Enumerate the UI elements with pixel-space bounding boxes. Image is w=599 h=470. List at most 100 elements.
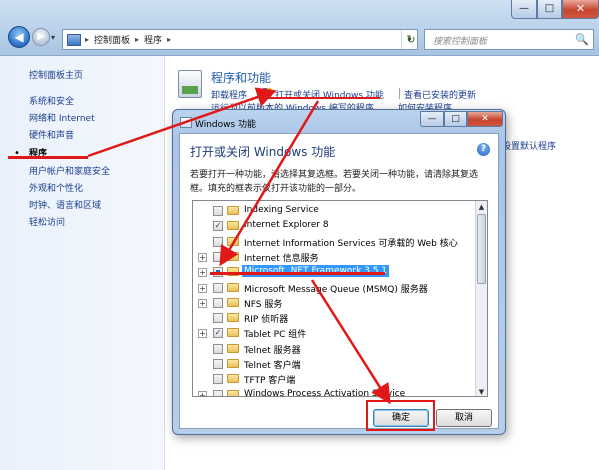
folder-icon [227, 236, 239, 246]
scroll-down-icon[interactable]: ▼ [476, 386, 487, 396]
feature-checkbox[interactable] [213, 313, 223, 324]
feature-row[interactable]: + ✓ Tablet PC 组件 [193, 325, 477, 341]
refresh-icon[interactable]: ↻ [402, 30, 420, 49]
programs-features-title[interactable]: 程序和功能 [211, 69, 271, 86]
minimize-icon: — [427, 114, 437, 124]
back-button[interactable]: ◀ [8, 26, 30, 48]
expand-plus-icon[interactable]: + [198, 268, 207, 278]
expand-plus-icon[interactable]: + [198, 329, 207, 339]
close-icon: ✕ [575, 2, 586, 15]
features-tree[interactable]: Indexing Service ✓ Internet Explorer 8 Inte… [192, 200, 488, 397]
feature-checkbox[interactable] [213, 236, 223, 247]
dialog-maximize-button[interactable]: □ [444, 111, 467, 127]
minimize-icon: — [519, 3, 529, 14]
feature-checkbox[interactable] [213, 374, 223, 385]
folder-icon [227, 206, 239, 215]
search-input[interactable]: 搜索控制面板 🔍 [424, 29, 594, 50]
feature-row[interactable]: + Windows Process Activation Service [193, 387, 477, 396]
breadcrumb-programs[interactable]: 程序 [144, 33, 162, 46]
feature-row[interactable]: Telnet 服务器 [193, 341, 477, 357]
search-placeholder: 搜索控制面板 [433, 37, 488, 47]
forward-arrow-icon: ▶ [37, 31, 45, 42]
feature-row[interactable]: + Microsoft Message Queue (MSMQ) 服务器 [193, 280, 477, 296]
feature-checkbox[interactable] [213, 282, 223, 293]
expand-plus-icon[interactable]: + [198, 252, 207, 262]
feature-label[interactable]: Indexing Service [242, 204, 321, 216]
feature-label[interactable]: Microsoft Message Queue (MSMQ) 服务器 [242, 281, 430, 296]
link-divider [257, 88, 258, 99]
expand-plus-icon[interactable]: + [198, 298, 207, 308]
nav-system-security[interactable]: 系统和安全 [29, 94, 74, 107]
feature-row[interactable]: + NFS 服务 [193, 295, 477, 311]
feature-row[interactable]: Internet Information Services 可承载的 Web 核… [193, 234, 477, 250]
feature-label[interactable]: Internet 信息服务 [242, 250, 321, 265]
feature-checkbox[interactable]: ✓ [213, 328, 223, 339]
address-bar[interactable]: ▸ 控制面板 ▸ 程序 ▸ ▾ [62, 29, 418, 50]
maximize-button[interactable]: □ [537, 0, 562, 19]
scroll-thumb[interactable] [477, 214, 486, 284]
feature-checkbox[interactable] [213, 389, 223, 396]
feature-checkbox[interactable] [213, 297, 223, 308]
features-scrollbar[interactable]: ▲ ▼ [475, 201, 487, 396]
breadcrumb-control-panel[interactable]: 控制面板 [94, 33, 130, 46]
nav-control-panel-home[interactable]: 控制面板主页 [29, 68, 83, 81]
nav-user-accounts[interactable]: 用户帐户和家庭安全 [29, 164, 110, 177]
folder-icon [227, 374, 239, 384]
dialog-heading: 打开或关闭 Windows 功能 [190, 145, 336, 159]
feature-label[interactable]: NFS 服务 [242, 296, 284, 311]
breadcrumb-separator-icon[interactable]: ▸ [167, 35, 171, 44]
breadcrumb-separator-icon[interactable]: ▸ [85, 35, 89, 44]
minimize-button[interactable]: — [511, 0, 537, 19]
cancel-button[interactable]: 取消 [436, 409, 492, 427]
feature-label[interactable]: RIP 侦听器 [242, 311, 290, 326]
dialog-title: Windows 功能 [195, 120, 257, 130]
feature-label[interactable]: Telnet 客户端 [242, 357, 303, 372]
feature-row[interactable]: TFTP 客户端 [193, 371, 477, 387]
dialog-minimize-button[interactable]: — [420, 111, 444, 127]
feature-label[interactable]: Internet Explorer 8 [242, 219, 331, 231]
feature-row[interactable]: ✓ Internet Explorer 8 [193, 218, 477, 234]
feature-checkbox[interactable] [213, 251, 223, 262]
nav-clock-language[interactable]: 时钟、语言和区域 [29, 198, 101, 211]
feature-label[interactable]: Tablet PC 组件 [242, 326, 308, 341]
left-nav-pane: 控制面板主页 系统和安全 网络和 Internet 硬件和声音 • 程序 用户帐… [0, 56, 165, 470]
scroll-up-icon[interactable]: ▲ [476, 201, 487, 213]
view-installed-updates-link[interactable]: 查看已安装的更新 [404, 88, 476, 101]
folder-icon [227, 282, 239, 292]
nav-network-internet[interactable]: 网络和 Internet [29, 111, 95, 124]
nav-hardware-sound[interactable]: 硬件和声音 [29, 128, 74, 141]
feature-checkbox[interactable]: ✓ [213, 221, 223, 232]
folder-icon [227, 343, 239, 353]
nav-appearance[interactable]: 外观和个性化 [29, 181, 83, 194]
help-icon[interactable]: ? [477, 143, 490, 156]
feature-checkbox[interactable] [213, 206, 223, 216]
feature-label[interactable]: Internet Information Services 可承载的 Web 核… [242, 235, 460, 250]
feature-row[interactable]: Indexing Service [193, 203, 477, 219]
feature-row[interactable]: Telnet 客户端 [193, 356, 477, 372]
recent-pages-dropdown[interactable]: ▾ [51, 33, 55, 42]
programs-features-icon [178, 70, 202, 98]
forward-button[interactable]: ▶ [32, 28, 50, 46]
feature-label[interactable]: TFTP 客户端 [242, 372, 297, 387]
nav-ease-of-access[interactable]: 轻松访问 [29, 215, 65, 228]
annotation-underline-features-link [267, 97, 380, 99]
folder-icon [227, 389, 239, 396]
feature-checkbox[interactable] [213, 343, 223, 354]
feature-label[interactable]: Windows Process Activation Service [242, 388, 407, 396]
dialog-body: 打开或关闭 Windows 功能 ? 若要打开一种功能，请选择其复选框。若要关闭… [179, 133, 499, 429]
feature-row[interactable]: + Internet 信息服务 [193, 249, 477, 265]
uninstall-program-link[interactable]: 卸载程序 [211, 88, 247, 101]
default-programs-link[interactable]: 设置默认程序 [502, 139, 556, 152]
maximize-icon: □ [544, 3, 555, 14]
expand-plus-icon[interactable]: + [198, 390, 207, 396]
search-icon[interactable]: 🔍 [575, 33, 589, 46]
feature-label[interactable]: Telnet 服务器 [242, 342, 303, 357]
feature-row[interactable]: RIP 侦听器 [193, 310, 477, 326]
expand-plus-icon[interactable]: + [198, 283, 207, 293]
feature-checkbox[interactable] [213, 359, 223, 369]
turn-windows-features-link[interactable]: 打开或关闭 Windows 功能 [275, 88, 384, 101]
dialog-window-icon [180, 117, 192, 128]
breadcrumb-separator-icon[interactable]: ▸ [135, 35, 139, 44]
close-button[interactable]: ✕ [562, 0, 599, 19]
dialog-close-button[interactable]: ✕ [467, 111, 503, 127]
